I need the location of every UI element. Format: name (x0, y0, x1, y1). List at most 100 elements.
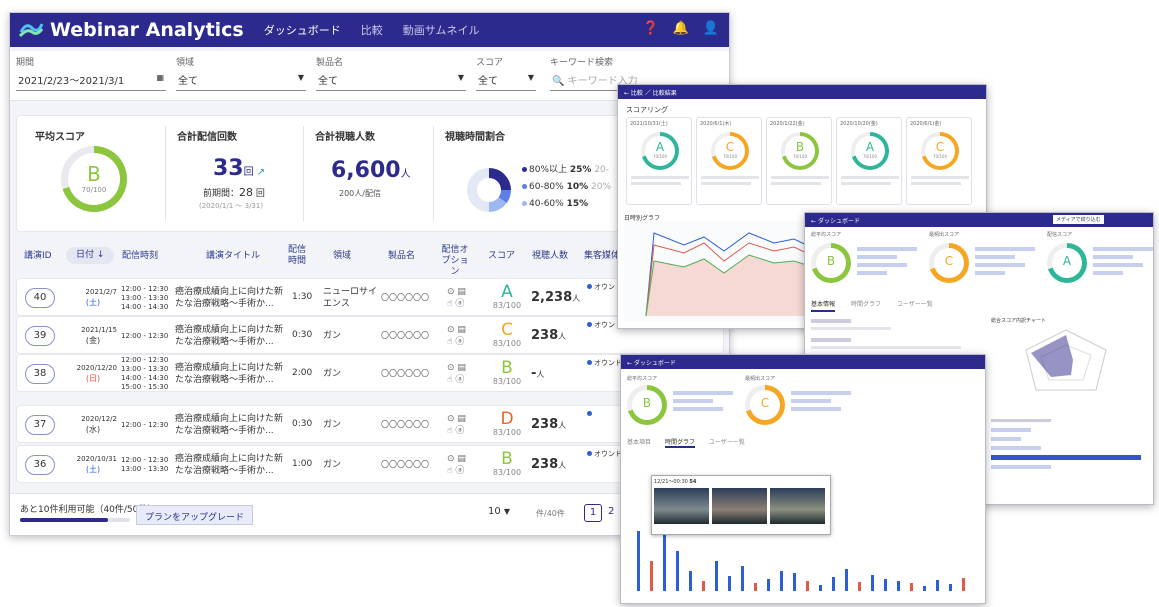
area-select[interactable]: 全て ▼ (176, 69, 306, 91)
score-select[interactable]: 全て ▼ (476, 69, 536, 91)
page-1[interactable]: 1 (584, 504, 602, 522)
time-slot: 15:00 - 15:30 (121, 383, 169, 391)
tab-basic[interactable]: 基本情報 (811, 301, 836, 312)
title-cell[interactable]: 癌治療成績向上に向けた新 たな治療戦略～手術か... (175, 453, 283, 477)
options-cell: ⊙ ▤ ☝ ⓐ (447, 362, 466, 386)
question-icon[interactable]: ⓐ (455, 426, 464, 436)
col-id[interactable]: 講演ID (24, 251, 52, 262)
date-value: 2020/12/20 (76, 364, 117, 372)
like-icon[interactable]: ☝ (447, 426, 452, 436)
table-row[interactable]: 37 2020/12/2 (水) 12:00 - 12:30 癌治療成績向上に向け… (16, 405, 724, 443)
document-icon[interactable]: ▤ (457, 325, 466, 335)
video-thumbnail[interactable] (654, 488, 709, 524)
duration-cell: 0:30 (292, 419, 313, 429)
calendar-icon[interactable]: ▦ (156, 73, 164, 82)
document-icon[interactable]: ▤ (457, 287, 466, 297)
time-bar (741, 566, 744, 591)
lecture-id[interactable]: 37 (25, 415, 55, 435)
tab-time-graph-active[interactable]: 時間グラフ (664, 439, 695, 448)
period-input[interactable]: 2021/2/23〜2021/3/1 ▦ (16, 69, 166, 91)
notification-icon[interactable]: 🔔 (673, 21, 689, 36)
col-date[interactable]: 日付 ↓ (66, 247, 115, 264)
col-score[interactable]: スコア (488, 251, 515, 262)
lecture-id[interactable]: 39 (25, 326, 55, 346)
card-grade: C (725, 140, 735, 154)
score-card[interactable]: 2020/10/20(金) A 70/100 (836, 117, 902, 205)
col-options[interactable]: 配信オプション (438, 245, 472, 278)
detail-window-title: ダッシュボード (817, 218, 860, 225)
table-row[interactable]: 36 2020/10/31 (土) 12:00 - 12:30 13:00 - 13… (16, 445, 724, 483)
question-icon[interactable]: ⓐ (455, 375, 464, 385)
product-select[interactable]: 全て ▼ (316, 69, 466, 91)
video-thumbnail[interactable] (770, 488, 825, 524)
like-icon[interactable]: ☝ (447, 299, 452, 309)
tab-user-list[interactable]: ユーザー一覧 (709, 439, 745, 446)
title-cell[interactable]: 癌治療成績向上に向けた新 たな治療戦略～手術か... (175, 413, 283, 437)
period-label: 期間 (16, 58, 35, 68)
document-icon[interactable]: ▤ (457, 414, 466, 424)
page-2[interactable]: 2 (608, 506, 614, 517)
document-icon[interactable]: ▤ (457, 454, 466, 464)
play-icon[interactable]: ⊙ (447, 325, 455, 335)
app-logo[interactable]: Webinar Analytics (18, 19, 244, 41)
play-icon[interactable]: ⊙ (447, 454, 455, 464)
play-icon[interactable]: ⊙ (447, 414, 455, 424)
col-time[interactable]: 配信時刻 (122, 251, 158, 262)
viewers-unit: 人 (536, 370, 545, 379)
like-icon[interactable]: ☝ (447, 337, 452, 347)
user-menu-icon[interactable]: 👤 (703, 21, 719, 36)
tab-user-list[interactable]: ユーザー一覧 (897, 301, 933, 308)
tab-time-graph[interactable]: 時間グラフ (851, 301, 881, 308)
score-card[interactable]: 2020/1/22(金) B 70/100 (766, 117, 832, 205)
like-icon[interactable]: ☝ (447, 375, 452, 385)
col-title[interactable]: 講演タイトル (206, 251, 260, 262)
question-icon[interactable]: ⓐ (455, 337, 464, 347)
viewers-unit: 人 (400, 169, 411, 180)
card-grade: A (655, 140, 665, 154)
lecture-id[interactable]: 40 (25, 288, 55, 308)
time-bar (767, 579, 770, 591)
question-icon[interactable]: ⓐ (455, 299, 464, 309)
time-slot: 12:00 - 12:30 (121, 420, 169, 429)
media-filter-select[interactable]: メディアで絞り込む (1053, 215, 1104, 224)
col-area[interactable]: 領域 (333, 251, 351, 262)
title-cell[interactable]: 癌治療成績向上に向けた新 たな治療戦略～手術か... (175, 362, 283, 386)
col-viewers[interactable]: 視聴人数 (532, 251, 568, 262)
per-page-select[interactable]: 10 ▼ (488, 506, 528, 517)
help-icon[interactable]: ❓ (642, 21, 658, 36)
table-row[interactable]: 38 2020/12/20 (日) 12:00 - 12:30 13:00 - 13… (16, 354, 724, 392)
time-bar (780, 571, 783, 591)
nav-video-thumbnail[interactable]: 動画サムネイル (403, 22, 480, 38)
like-icon[interactable]: ☝ (447, 466, 452, 476)
play-icon[interactable]: ⊙ (447, 363, 455, 373)
lecture-id[interactable]: 38 (25, 364, 55, 384)
play-icon[interactable]: ⊙ (447, 287, 455, 297)
title-cell[interactable]: 癌治療成績向上に向けた新 たな治療戦略～手術か... (175, 324, 283, 348)
detail-tabs: 基本情報 時間グラフ ユーザー一覧 (811, 299, 933, 312)
keyword-label: キーワード検索 (550, 58, 614, 68)
video-thumbnail[interactable] (712, 488, 767, 524)
timegraph-tabs: 基本項目 時間グラフ ユーザー一覧 (627, 437, 745, 448)
radar-chart (1025, 329, 1107, 391)
options-cell: ⊙ ▤ ☝ ⓐ (447, 413, 466, 437)
score-card[interactable]: 2020/6/1(木) C 70/100 (696, 117, 762, 205)
col-duration[interactable]: 配信時間 (288, 245, 306, 267)
col-media[interactable]: 集客媒体 (584, 251, 620, 262)
lecture-id[interactable]: 36 (25, 455, 55, 475)
question-icon[interactable]: ⓐ (455, 466, 464, 476)
tab-basic-items[interactable]: 基本項目 (627, 439, 651, 446)
chevron-down-icon: ▼ (527, 73, 534, 82)
col-product[interactable]: 製品名 (388, 251, 415, 262)
nav-dashboard[interactable]: ダッシュボード (264, 22, 341, 38)
document-icon[interactable]: ▤ (457, 363, 466, 373)
upgrade-plan-button[interactable]: プランをアップグレード (136, 505, 254, 525)
ratio-legend-label: 60-80% (529, 182, 564, 192)
score-card[interactable]: 2021/10/31(土) A 70/100 (626, 117, 692, 205)
time-cell: 12:00 - 12:30 (121, 421, 168, 430)
nav-compare[interactable]: 比較 (361, 22, 383, 38)
card-date: 2021/10/31(土) (630, 121, 668, 127)
top-navigation-bar: Webinar Analytics ダッシュボード 比較 動画サムネイル ❓ 🔔… (10, 13, 729, 47)
total-count-title: 合計配信回数 (177, 132, 237, 143)
title-cell[interactable]: 癌治療成績向上に向けた新 たな治療戦略～手術か... (175, 286, 283, 310)
score-card[interactable]: 2020/6/1(金) C 70/100 (906, 117, 972, 205)
